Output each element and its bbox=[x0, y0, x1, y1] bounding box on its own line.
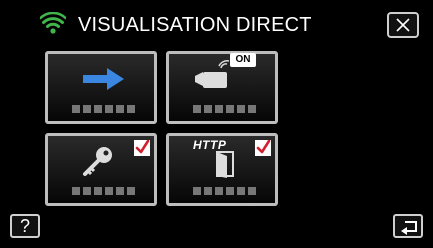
tile-label-placeholder bbox=[193, 187, 256, 195]
checkbox-icon bbox=[134, 140, 150, 156]
header: VISUALISATION DIRECT bbox=[0, 0, 433, 52]
back-button[interactable] bbox=[393, 214, 423, 238]
page-title: VISUALISATION DIRECT bbox=[78, 14, 312, 36]
close-icon bbox=[396, 18, 410, 32]
tile-label-placeholder bbox=[193, 105, 256, 113]
wifi-icon bbox=[39, 11, 67, 34]
return-icon bbox=[401, 221, 417, 235]
on-badge: ON bbox=[230, 53, 256, 67]
close-button[interactable] bbox=[387, 12, 419, 38]
help-button[interactable]: ? bbox=[10, 214, 40, 238]
screen: VISUALISATION DIRECT ON HTTP ? bbox=[0, 0, 433, 248]
tile-http[interactable]: HTTP bbox=[166, 133, 278, 206]
key-icon bbox=[82, 144, 118, 183]
arrow-right-icon bbox=[83, 66, 125, 97]
tile-label-placeholder bbox=[72, 187, 135, 195]
tile-camera-on[interactable] bbox=[166, 51, 278, 124]
checkbox-icon bbox=[255, 140, 271, 156]
tile-direct[interactable] bbox=[45, 51, 157, 124]
door-icon bbox=[213, 148, 241, 183]
tile-key[interactable] bbox=[45, 133, 157, 206]
tile-label-placeholder bbox=[72, 105, 135, 113]
